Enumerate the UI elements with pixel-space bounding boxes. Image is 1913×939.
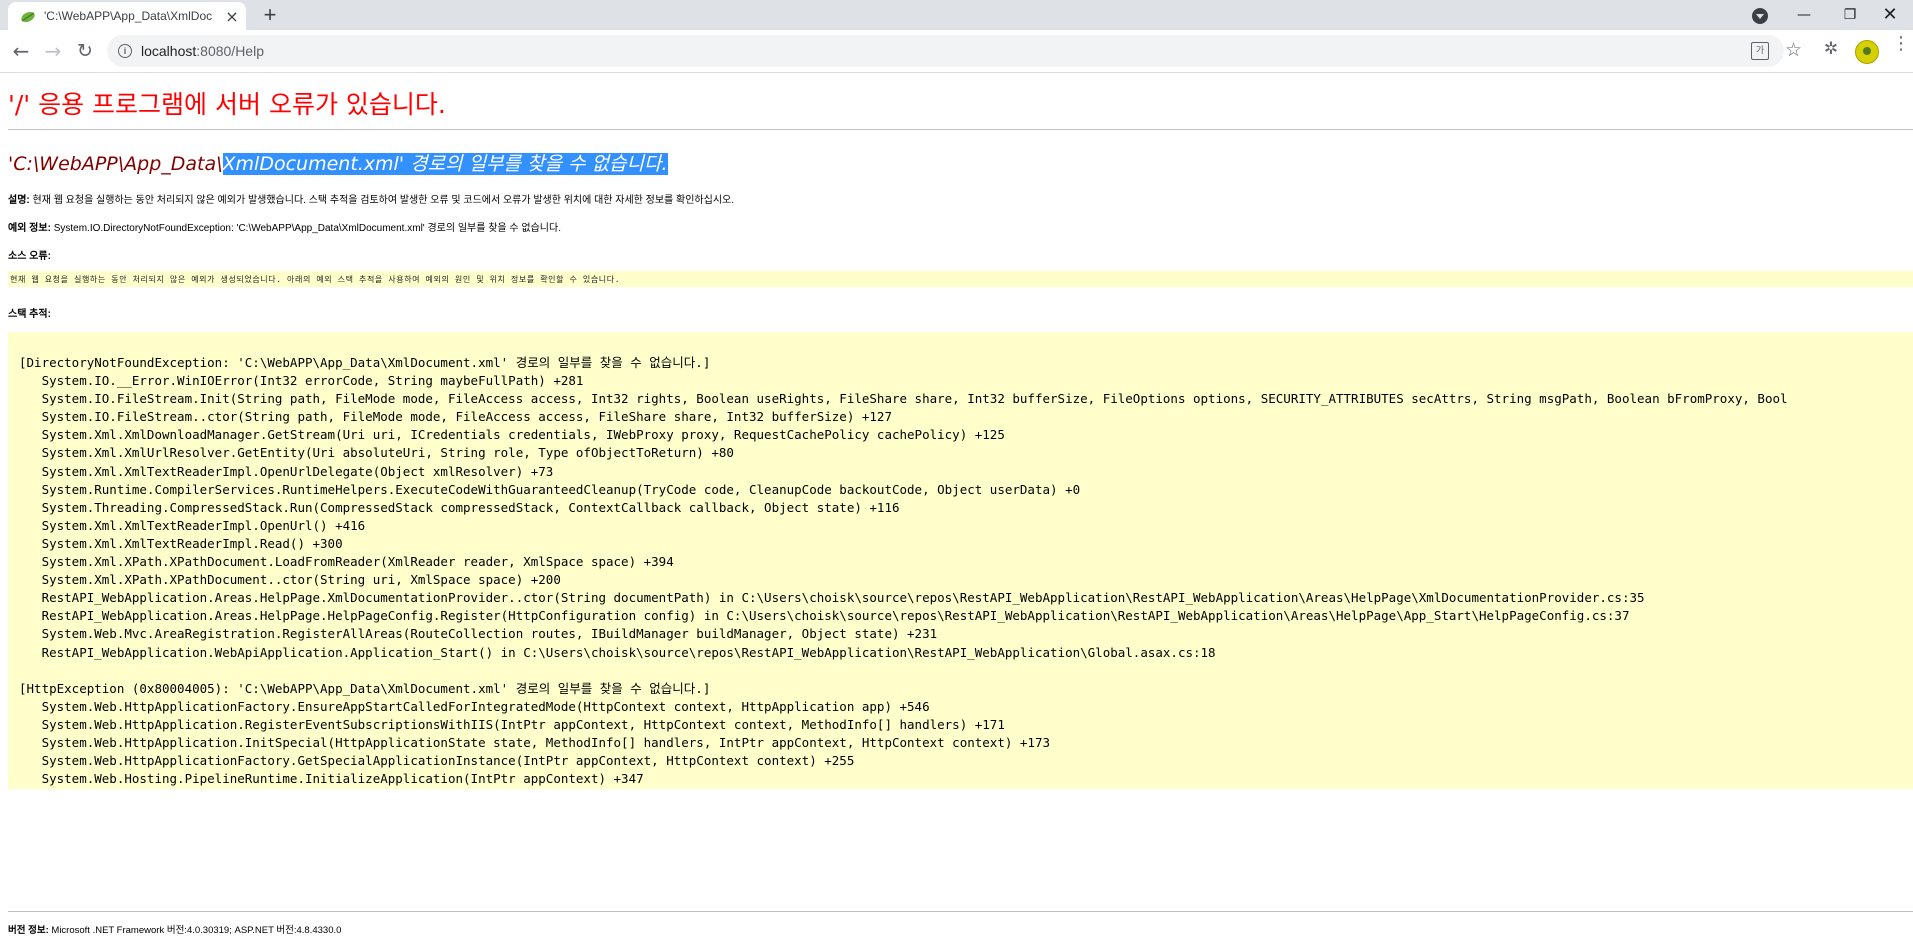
exception-text: System.IO.DirectoryNotFoundException: 'C…: [50, 223, 561, 234]
url-host: localhost: [141, 43, 197, 59]
minimize-icon[interactable]: —: [1781, 0, 1827, 30]
description-label: 설명:: [8, 195, 30, 206]
translate-icon[interactable]: 가: [1751, 42, 1769, 60]
stack-trace-label: 스택 추적:: [8, 309, 51, 320]
stack-trace-box: [DirectoryNotFoundException: 'C:\WebAPP\…: [8, 332, 1913, 789]
window-close-icon[interactable]: ✕: [1867, 0, 1913, 30]
back-arrow-icon[interactable]: ←: [9, 39, 33, 63]
page-content: '/' 응용 프로그램에 서버 오류가 있습니다. 'C:\WebAPP\App…: [0, 73, 1913, 939]
exception-label: 예외 정보:: [8, 223, 51, 234]
puzzle-icon[interactable]: ✲: [1822, 40, 1840, 58]
kebab-menu-icon[interactable]: ⋮: [1892, 35, 1910, 53]
url-path: :8080/Help: [196, 43, 264, 59]
version-text: Microsoft .NET Framework 버전:4.0.30319; A…: [48, 925, 342, 936]
description: 설명: 현재 웹 요청을 실행하는 동안 처리되지 않은 예외가 발생했습니다.…: [8, 191, 734, 206]
source-error-box: 현재 웹 요청을 실행하는 동안 처리되지 않은 예외가 생성되었습니다. 아래…: [8, 271, 1913, 287]
url-text[interactable]: localhost:8080/Help: [141, 43, 264, 59]
error-message-selected: XmlDocument.xml' 경로의 일부를 찾을 수 없습니다.: [222, 153, 668, 175]
source-error-label: 소스 오류:: [8, 251, 51, 262]
browser-toolbar: ← → ↻ i localhost:8080/Help 가 ☆ ✲ ⋮: [0, 30, 1913, 73]
forward-arrow-icon[interactable]: →: [41, 39, 65, 63]
tab-strip: 'C:\WebAPP\App_Data\XmlDoc × + — ❐ ✕: [0, 0, 1913, 32]
divider: [8, 129, 1913, 130]
error-message: 'C:\WebAPP\App_Data\XmlDocument.xml' 경로의…: [8, 149, 668, 176]
stack-trace-text: [DirectoryNotFoundException: 'C:\WebAPP\…: [19, 355, 1788, 787]
address-bar[interactable]: i localhost:8080/Help 가 ☆: [107, 35, 1802, 67]
page-title: '/' 응용 프로그램에 서버 오류가 있습니다.: [8, 90, 446, 119]
plus-icon[interactable]: +: [258, 4, 282, 28]
error-message-prefix: 'C:\WebAPP\App_Data\: [8, 153, 223, 175]
divider-bottom: [8, 911, 1913, 912]
close-icon[interactable]: ×: [222, 7, 242, 27]
tab-title: 'C:\WebAPP\App_Data\XmlDoc: [44, 9, 213, 23]
version-info: 버전 정보: Microsoft .NET Framework 버전:4.0.3…: [8, 922, 341, 936]
source-error-text: 현재 웹 요청을 실행하는 동안 처리되지 않은 예외가 생성되었습니다. 아래…: [10, 275, 621, 284]
tab-search-icon[interactable]: [1752, 8, 1768, 24]
version-label: 버전 정보:: [8, 925, 49, 936]
info-icon[interactable]: i: [118, 44, 132, 58]
avatar[interactable]: [1855, 40, 1879, 64]
exception-details: 예외 정보: System.IO.DirectoryNotFoundExcept…: [8, 219, 561, 234]
spring-leaf-favicon: [21, 11, 35, 23]
star-icon[interactable]: ☆: [1785, 39, 1802, 61]
description-text: 현재 웹 요청을 실행하는 동안 처리되지 않은 예외가 발생했습니다. 스택 …: [29, 195, 735, 206]
active-tab[interactable]: 'C:\WebAPP\App_Data\XmlDoc ×: [8, 2, 246, 32]
reload-icon[interactable]: ↻: [73, 39, 97, 63]
